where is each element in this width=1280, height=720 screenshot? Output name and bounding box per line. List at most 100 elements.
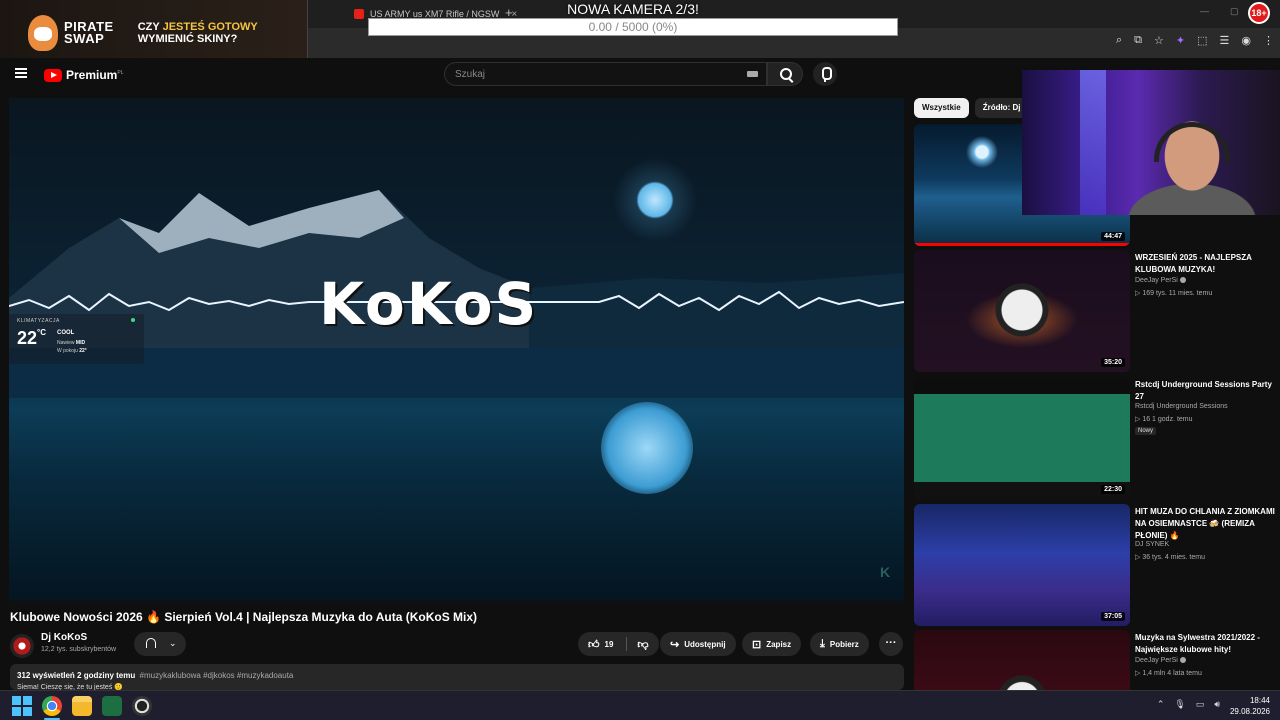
thumbs-up-icon: 👍︎ bbox=[588, 638, 600, 651]
ac-fan: Nawiew MID bbox=[57, 340, 85, 346]
description-box[interactable]: 312 wyświetleń 2 godziny temu #muzykaklu… bbox=[10, 664, 904, 691]
share-label: Udostępnij bbox=[684, 639, 726, 649]
pirate-brand-line2: SWAP bbox=[64, 30, 105, 46]
youtube-country: PL bbox=[117, 70, 124, 76]
new-badge: Nowy bbox=[1135, 427, 1157, 435]
chevron-down-icon: ⌄ bbox=[169, 638, 177, 648]
recommendation-item[interactable]: 35:20 WRZESIEŃ 2025 - NAJLEPSZA KLUBOWA … bbox=[914, 250, 1280, 372]
system-tray: ⌃ 🎙︎ ▭ 🔊︎ bbox=[1157, 699, 1220, 710]
extensions-puzzle-icon[interactable]: ⬚ bbox=[1197, 34, 1207, 47]
keyboard-icon[interactable] bbox=[747, 71, 758, 77]
recommendation-channel[interactable]: DeeJay PerSi bbox=[1135, 657, 1186, 664]
maximize-icon[interactable]: ▢ bbox=[1230, 6, 1239, 17]
browser-toolbar-icons: ⌕ ⧉ ☆ ✦ ⬚ ☰ ◉ ⋮ bbox=[1116, 34, 1274, 47]
verified-icon bbox=[1179, 277, 1186, 284]
download-button[interactable]: ⤓ Pobierz bbox=[810, 632, 869, 656]
more-actions-button[interactable]: ··· bbox=[879, 632, 903, 656]
ac-room: W pokoju 22° bbox=[57, 348, 87, 354]
tagline-pre: CZY bbox=[137, 20, 163, 33]
windows-start-icon[interactable] bbox=[12, 696, 32, 716]
ac-temp-value: 22 bbox=[17, 328, 38, 348]
moon-reflection bbox=[601, 402, 693, 494]
subscriber-count: 12,2 tys. subskrybentów bbox=[41, 646, 117, 653]
menu-icon[interactable] bbox=[15, 68, 27, 78]
network-icon[interactable]: ▭ bbox=[1196, 699, 1205, 710]
channel-name[interactable]: Dj KoKoS bbox=[41, 632, 87, 643]
recommendation-channel[interactable]: DJ SYNEK bbox=[1135, 541, 1169, 548]
minimize-icon[interactable]: — bbox=[1200, 6, 1209, 16]
share-button[interactable]: ↪ Udostępnij bbox=[660, 632, 736, 656]
recommendation-item[interactable]: 22:30 Rstcdj Underground Sessions Party … bbox=[914, 377, 1280, 499]
pirate-logo-icon bbox=[28, 14, 58, 51]
recommendation-title[interactable]: WRZESIEŃ 2025 - NAJLEPSZA KLUBOWA MUZYKA… bbox=[1135, 252, 1280, 276]
microphone-icon[interactable]: 🎙︎ bbox=[1174, 699, 1185, 710]
recommendation-title[interactable]: HIT MUZA DO CHLANIA Z ZIOMKAMI NA OSIEMN… bbox=[1135, 506, 1280, 542]
like-count: 19 bbox=[604, 639, 614, 649]
recommendation-stats: ▷ 1,4 mln 4 lata temu bbox=[1135, 670, 1202, 677]
chrome-icon[interactable] bbox=[42, 696, 62, 716]
streamer-webcam bbox=[1022, 70, 1280, 215]
like-divider bbox=[626, 637, 628, 651]
volume-icon[interactable]: 🔊︎ bbox=[1214, 699, 1220, 710]
watch-progress-bar bbox=[914, 243, 1130, 246]
bell-icon bbox=[146, 638, 156, 648]
channel-watermark: K bbox=[880, 564, 891, 580]
channel-avatar[interactable] bbox=[10, 634, 34, 658]
pirate-swap-banner: PIRATE SWAP CZY JESTEŚ GOTOWY WYMIENIĆ S… bbox=[0, 0, 308, 66]
recommendation-channel[interactable]: Rstcdj Underground Sessions bbox=[1135, 403, 1228, 410]
recommendation-item[interactable]: 37:05 HIT MUZA DO CHLANIA Z ZIOMKAMI NA … bbox=[914, 504, 1280, 626]
video-duration: 44:47 bbox=[1101, 232, 1125, 241]
recommendation-thumbnail[interactable]: 22:30 bbox=[914, 377, 1130, 499]
chrome-menu-icon[interactable]: ⋮ bbox=[1263, 34, 1274, 47]
zoom-icon[interactable]: ⌕ bbox=[1116, 34, 1122, 47]
recommendation-stats: ▷ 169 tys. 11 mies. temu bbox=[1135, 290, 1213, 297]
extension-icon[interactable]: ✦ bbox=[1176, 34, 1185, 47]
verified-icon bbox=[1179, 657, 1186, 664]
save-button[interactable]: ⊡ Zapisz bbox=[742, 632, 802, 656]
video-duration: 35:20 bbox=[1101, 358, 1125, 367]
recommendation-channel[interactable]: DeeJay PerSi bbox=[1135, 277, 1186, 284]
recommendation-thumbnail[interactable]: 37:05 bbox=[914, 504, 1130, 626]
save-label: Zapisz bbox=[766, 639, 792, 649]
ac-widget: KLIMATYZACJA 22°C COOL Nawiew MID W poko… bbox=[9, 314, 144, 364]
recommendation-thumbnail[interactable] bbox=[914, 630, 1130, 690]
obs-icon[interactable] bbox=[132, 696, 152, 716]
download-label: Pobierz bbox=[829, 639, 859, 649]
ac-mode: COOL bbox=[57, 330, 75, 336]
excel-icon[interactable] bbox=[102, 696, 122, 716]
pirate-tagline: CZY JESTEŚ GOTOWY WYMIENIĆ SKINY? bbox=[138, 21, 258, 45]
like-button[interactable]: 👍︎ 19 👎︎ bbox=[578, 632, 659, 656]
clock-date: 29.08.2026 bbox=[1229, 707, 1270, 716]
system-clock[interactable]: 18:44 29.08.2026 bbox=[1230, 695, 1270, 717]
ac-temperature: 22°C bbox=[17, 328, 46, 349]
ac-status-dot bbox=[131, 318, 135, 322]
recommendation-stats: ▷ 36 tys. 4 mies. temu bbox=[1135, 554, 1205, 561]
search-button[interactable] bbox=[767, 62, 803, 86]
voice-search-button[interactable] bbox=[813, 62, 837, 86]
youtube-favicon-icon bbox=[354, 9, 364, 19]
recommendation-title[interactable]: Rstcdj Underground Sessions Party 27 bbox=[1135, 379, 1280, 403]
recommendation-title[interactable]: Muzyka na Sylwestra 2021/2022 - Najwięks… bbox=[1135, 632, 1280, 656]
notification-bell-button[interactable]: ⌄ bbox=[134, 632, 186, 656]
recommendation-item[interactable]: Muzyka na Sylwestra 2021/2022 - Najwięks… bbox=[914, 630, 1280, 690]
install-icon[interactable]: ⧉ bbox=[1134, 34, 1142, 47]
recommendation-thumbnail[interactable]: 35:20 bbox=[914, 250, 1130, 372]
video-player[interactable]: KoKoS KLIMATYZACJA 22°C COOL Nawiew MID … bbox=[9, 98, 904, 601]
bookmark-star-icon[interactable]: ☆ bbox=[1154, 34, 1164, 47]
youtube-brand: Premium bbox=[66, 68, 118, 82]
thumbs-down-icon[interactable]: 👎︎ bbox=[637, 638, 648, 651]
recommendation-stats: ▷ 16 1 godz. temu bbox=[1135, 416, 1193, 423]
search-input[interactable] bbox=[455, 63, 745, 85]
kokos-logo: KoKoS bbox=[319, 270, 539, 338]
youtube-logo[interactable]: PremiumPL bbox=[44, 68, 123, 82]
ac-room-label: W pokoju bbox=[57, 348, 80, 354]
video-title: Klubowe Nowości 2026 🔥 Sierpień Vol.4 | … bbox=[10, 610, 478, 624]
chip-all[interactable]: Wszystkie bbox=[914, 98, 969, 118]
camera-goal-progress: 0.00 / 5000 (0%) bbox=[368, 18, 898, 36]
hashtags[interactable]: #muzykaklubowa #djkokos #muzykadoauta bbox=[140, 671, 294, 680]
recommendation-channel-name: DeeJay PerSi bbox=[1135, 657, 1178, 664]
file-explorer-icon[interactable] bbox=[72, 696, 92, 716]
reading-list-icon[interactable]: ☰ bbox=[1220, 34, 1230, 47]
profile-avatar-icon[interactable]: ◉ bbox=[1241, 34, 1251, 47]
tray-overflow-icon[interactable]: ⌃ bbox=[1157, 699, 1165, 710]
